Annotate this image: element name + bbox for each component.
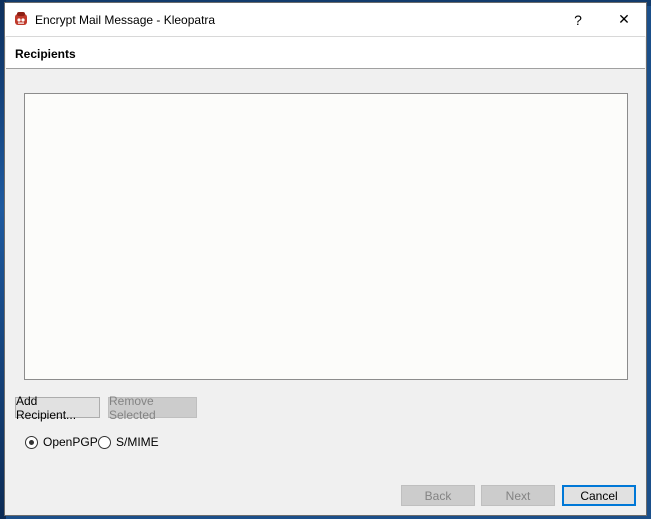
title-bar[interactable]: Encrypt Mail Message - Kleopatra ? ✕ bbox=[5, 3, 646, 36]
kleopatra-app-icon bbox=[14, 12, 28, 26]
openpgp-radio[interactable]: OpenPGP bbox=[25, 435, 98, 449]
recipient-list[interactable] bbox=[24, 93, 628, 380]
openpgp-label: OpenPGP bbox=[43, 435, 98, 449]
radio-circle[interactable] bbox=[25, 435, 38, 449]
page-title: Recipients bbox=[15, 47, 76, 61]
add-recipient-button[interactable]: Add Recipient... bbox=[15, 394, 100, 422]
remove-selected-button[interactable]: Remove Selected bbox=[108, 394, 197, 422]
encrypt-dialog: Encrypt Mail Message - Kleopatra ? ✕ Rec… bbox=[4, 2, 647, 516]
smime-radio[interactable]: S/MIME bbox=[98, 435, 159, 449]
radio-circle[interactable] bbox=[98, 435, 111, 449]
window-title: Encrypt Mail Message - Kleopatra bbox=[35, 13, 216, 27]
page-header: Recipients bbox=[6, 36, 645, 69]
next-button[interactable]: Next bbox=[481, 485, 555, 506]
back-button[interactable]: Back bbox=[401, 485, 475, 506]
close-button[interactable]: ✕ bbox=[602, 3, 646, 36]
smime-label: S/MIME bbox=[116, 435, 159, 449]
cancel-button[interactable]: Cancel bbox=[562, 485, 636, 506]
help-button[interactable]: ? bbox=[556, 3, 600, 36]
close-icon: ✕ bbox=[618, 11, 630, 27]
